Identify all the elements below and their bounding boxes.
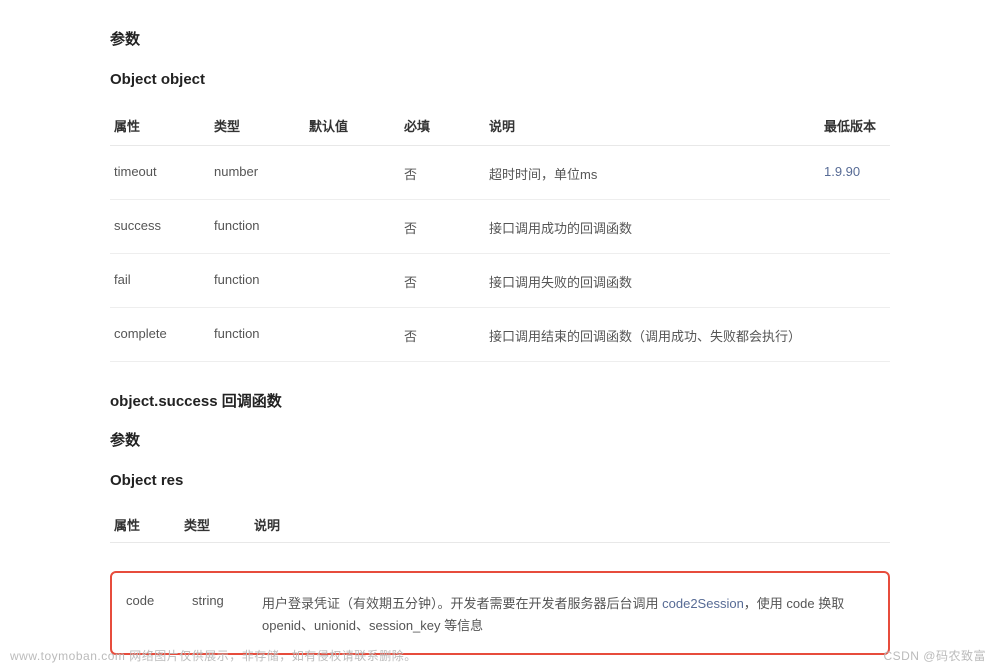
callback-heading: object.success 回调函数	[110, 390, 890, 411]
watermark-right: CSDN @码农致富	[883, 647, 986, 664]
highlighted-row-box: code string 用户登录凭证（有效期五分钟）。开发者需要在开发者服务器后…	[110, 571, 890, 655]
table-row: success function 否 接口调用成功的回调函数	[110, 200, 890, 254]
cell-attr: success	[110, 200, 210, 254]
code2session-link[interactable]: code2Session	[662, 596, 744, 611]
table-row: timeout number 否 超时时间，单位ms 1.9.90	[110, 146, 890, 200]
cell-type: function	[210, 254, 305, 308]
cell-type: number	[210, 146, 305, 200]
table-row: fail function 否 接口调用失败的回调函数	[110, 254, 890, 308]
cell-type: function	[210, 200, 305, 254]
cell-required: 否	[400, 200, 485, 254]
cell-desc: 用户登录凭证（有效期五分钟）。开发者需要在开发者服务器后台调用 code2Ses…	[252, 573, 888, 653]
res-col-attr: 属性	[110, 507, 180, 543]
cell-default	[305, 308, 400, 362]
desc-prefix: 用户登录凭证（有效期五分钟）。开发者需要在开发者服务器后台调用	[262, 596, 662, 611]
cell-required: 否	[400, 308, 485, 362]
cell-desc: 超时时间，单位ms	[485, 146, 820, 200]
params-table: 属性 类型 默认值 必填 说明 最低版本 timeout number 否 超时…	[110, 106, 890, 362]
col-type: 类型	[210, 106, 305, 146]
watermark-left: www.toymoban.com 网络图片仅供展示，非存储，如有侵权请联系删除。	[10, 647, 417, 664]
cell-default	[305, 146, 400, 200]
cell-attr: timeout	[110, 146, 210, 200]
cell-minver	[820, 308, 890, 362]
cell-required: 否	[400, 146, 485, 200]
params-heading: 参数	[110, 28, 890, 49]
col-attr: 属性	[110, 106, 210, 146]
col-desc: 说明	[485, 106, 820, 146]
res-table-header: 属性 类型 说明	[110, 507, 890, 543]
table-row: code string 用户登录凭证（有效期五分钟）。开发者需要在开发者服务器后…	[112, 573, 888, 653]
params-heading-2: 参数	[110, 429, 890, 450]
col-default: 默认值	[305, 106, 400, 146]
cell-type: function	[210, 308, 305, 362]
res-col-desc: 说明	[250, 507, 890, 543]
object-res-heading: Object res	[110, 472, 890, 489]
cell-default	[305, 254, 400, 308]
cell-attr: fail	[110, 254, 210, 308]
cell-minver	[820, 200, 890, 254]
object-object-heading: Object object	[110, 71, 890, 88]
cell-default	[305, 200, 400, 254]
cell-minver[interactable]: 1.9.90	[820, 146, 890, 200]
table-row: complete function 否 接口调用结束的回调函数（调用成功、失败都…	[110, 308, 890, 362]
cell-attr: complete	[110, 308, 210, 362]
cell-desc: 接口调用结束的回调函数（调用成功、失败都会执行）	[485, 308, 820, 362]
col-minver: 最低版本	[820, 106, 890, 146]
col-required: 必填	[400, 106, 485, 146]
cell-attr: code	[112, 573, 182, 653]
cell-desc: 接口调用成功的回调函数	[485, 200, 820, 254]
res-col-type: 类型	[180, 507, 250, 543]
cell-desc: 接口调用失败的回调函数	[485, 254, 820, 308]
cell-type: string	[182, 573, 252, 653]
cell-required: 否	[400, 254, 485, 308]
cell-minver	[820, 254, 890, 308]
